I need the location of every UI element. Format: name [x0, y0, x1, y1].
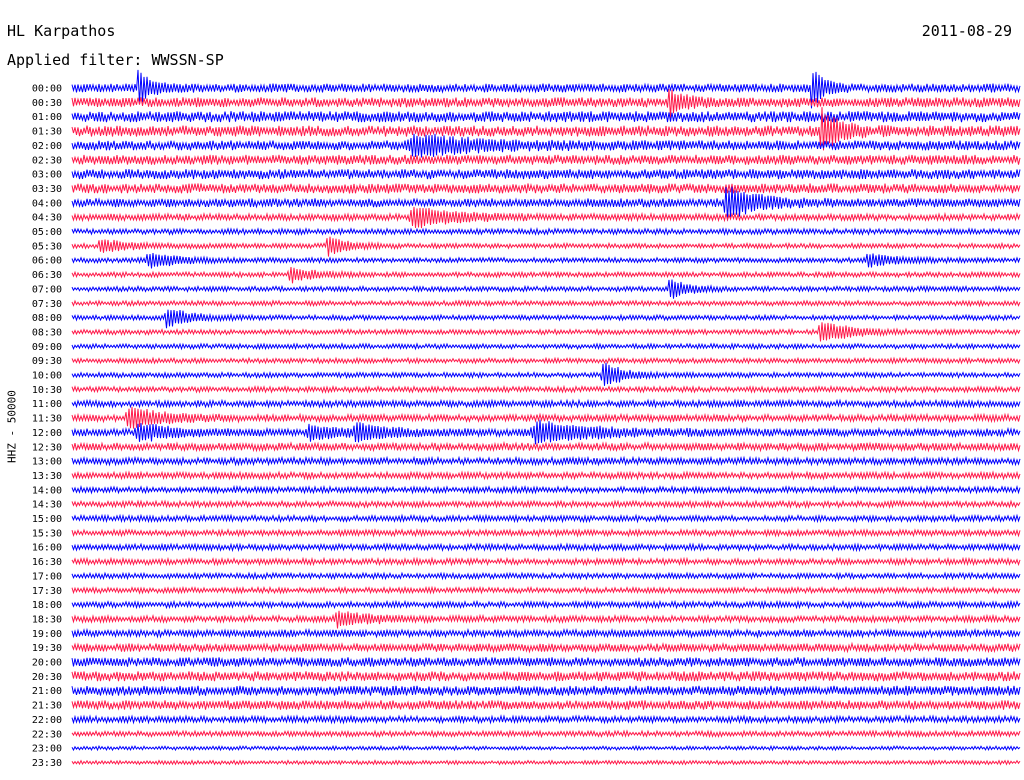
trace-row-0930	[71, 356, 1021, 365]
row-label-2030: 20:30	[32, 672, 62, 683]
row-label-0400: 04:00	[32, 198, 62, 209]
row-label-0600: 06:00	[32, 256, 62, 267]
row-label-2000: 20:00	[32, 658, 62, 669]
row-label-0100: 01:00	[32, 112, 62, 123]
trace-row-1230	[71, 440, 1021, 453]
row-label-0330: 03:30	[32, 184, 62, 195]
trace-row-2330	[71, 759, 1021, 766]
trace-row-0730	[71, 299, 1021, 308]
trace-row-1630	[71, 556, 1021, 567]
row-label-1230: 12:30	[32, 442, 62, 453]
trace-row-1530	[71, 528, 1021, 538]
row-label-1930: 19:30	[32, 643, 62, 654]
trace-row-0600	[71, 252, 1021, 269]
trace-row-0100	[71, 111, 1021, 123]
row-label-group: 00:00 00:30 01:00 01:30 02:00 02:30 03:00 03:30…	[32, 84, 62, 769]
trace-row-1100	[71, 398, 1021, 409]
row-label-1330: 13:30	[32, 471, 62, 482]
row-label-1430: 14:30	[32, 500, 62, 511]
trace-row-1200	[71, 419, 1021, 445]
trace-row-1600	[71, 542, 1021, 553]
row-label-0430: 04:30	[32, 213, 62, 224]
row-label-1530: 15:30	[32, 528, 62, 539]
trace-row-2300	[71, 744, 1021, 752]
row-label-1100: 11:00	[32, 399, 62, 410]
trace-row-0430	[71, 206, 1021, 229]
row-label-0500: 05:00	[32, 227, 62, 238]
row-label-0130: 01:30	[32, 127, 62, 138]
row-label-0700: 07:00	[32, 284, 62, 295]
row-label-1630: 16:30	[32, 557, 62, 568]
row-label-0300: 03:00	[32, 170, 62, 181]
trace-row-1800	[71, 599, 1021, 610]
row-label-2230: 22:30	[32, 729, 62, 740]
row-label-0930: 09:30	[32, 356, 62, 367]
trace-row-1730	[71, 585, 1021, 595]
trace-row-2130	[71, 699, 1021, 711]
row-label-1130: 11:30	[32, 414, 62, 425]
row-label-0030: 00:30	[32, 98, 62, 109]
row-label-0230: 02:30	[32, 155, 62, 166]
trace-row-2100	[71, 685, 1021, 697]
trace-row-1500	[71, 513, 1021, 524]
trace-row-1430	[71, 499, 1021, 510]
row-label-1300: 13:00	[32, 457, 62, 468]
row-label-1800: 18:00	[32, 600, 62, 611]
row-label-1500: 15:00	[32, 514, 62, 525]
trace-row-0200	[71, 133, 1021, 158]
trace-row-0900	[71, 342, 1021, 351]
trace-row-1930	[71, 641, 1021, 654]
trace-row-0300	[71, 168, 1021, 180]
trace-row-1000	[71, 362, 1021, 386]
row-label-0530: 05:30	[32, 241, 62, 252]
row-label-2300: 23:00	[32, 744, 62, 755]
trace-row-0630	[71, 266, 1021, 284]
trace-row-2000	[71, 656, 1021, 668]
row-label-2200: 22:00	[32, 715, 62, 726]
row-label-1600: 16:00	[32, 543, 62, 554]
trace-row-1400	[71, 484, 1021, 495]
trace-group	[71, 69, 1021, 766]
trace-row-0530	[71, 236, 1021, 257]
trace-row-1330	[71, 470, 1021, 481]
trace-row-1700	[71, 571, 1021, 581]
row-label-1700: 17:00	[32, 571, 62, 582]
row-label-2130: 21:30	[32, 701, 62, 712]
trace-row-0800	[71, 309, 1021, 329]
helicorder-plot: 00:00 00:30 01:00 01:30 02:00 02:30 03:00 03:30…	[32, 69, 1021, 769]
trace-row-1030	[71, 384, 1021, 394]
row-label-2330: 23:30	[32, 758, 62, 769]
trace-row-1830	[71, 610, 1021, 629]
trace-row-0330	[71, 182, 1021, 195]
row-label-0000: 00:00	[32, 84, 62, 95]
trace-row-0830	[71, 322, 1021, 342]
row-label-1730: 17:30	[32, 586, 62, 597]
row-label-2100: 21:00	[32, 686, 62, 697]
row-label-0900: 09:00	[32, 342, 62, 353]
trace-row-2200	[71, 714, 1021, 725]
row-label-1400: 14:00	[32, 485, 62, 496]
trace-row-0700	[71, 279, 1021, 299]
row-label-0830: 08:30	[32, 327, 62, 338]
row-label-0730: 07:30	[32, 299, 62, 310]
row-label-1000: 10:00	[32, 371, 62, 382]
trace-row-1300	[71, 455, 1021, 467]
trace-row-0500	[71, 226, 1021, 237]
row-label-1900: 19:00	[32, 629, 62, 640]
trace-row-0230	[71, 154, 1021, 166]
row-label-0800: 08:00	[32, 313, 62, 324]
trace-row-2230	[71, 729, 1021, 739]
trace-row-1900	[71, 627, 1021, 639]
row-label-1030: 10:30	[32, 385, 62, 396]
row-label-0200: 02:00	[32, 141, 62, 152]
trace-row-2030	[71, 670, 1021, 682]
row-label-0630: 06:30	[32, 270, 62, 281]
row-label-1830: 18:30	[32, 614, 62, 625]
row-label-1200: 12:00	[32, 428, 62, 439]
